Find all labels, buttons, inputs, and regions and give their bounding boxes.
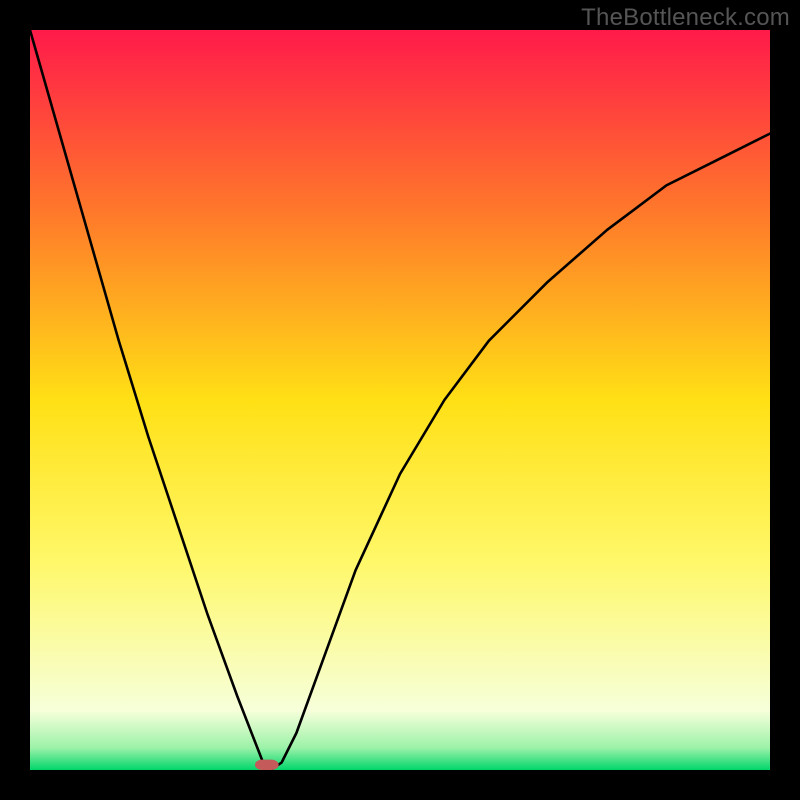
plot-svg	[30, 30, 770, 770]
chart-frame: TheBottleneck.com	[0, 0, 800, 800]
watermark-text: TheBottleneck.com	[581, 4, 790, 32]
plot-background	[30, 30, 770, 770]
minimum-marker	[255, 760, 279, 770]
plot-area	[30, 30, 770, 770]
